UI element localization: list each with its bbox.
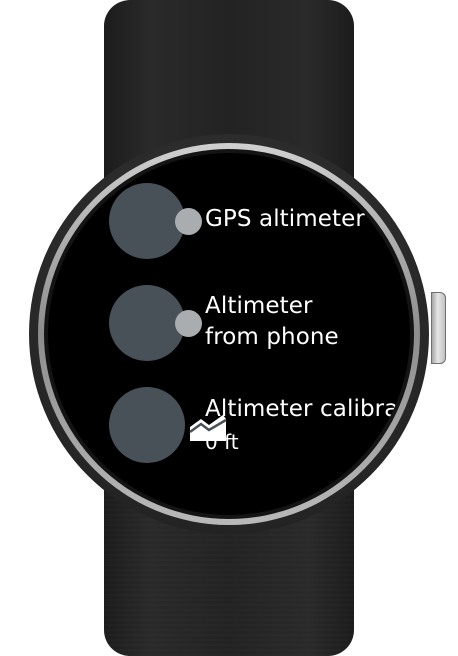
- gps-altimeter-toggle[interactable]: [109, 183, 202, 259]
- altimeter-calibration-value: 0 ft: [205, 430, 239, 454]
- watch-crown-button[interactable]: [431, 292, 446, 364]
- altimeter-from-phone-label-line2: from phone: [205, 324, 339, 350]
- altimeter-calibration-icon-circle: [109, 387, 227, 463]
- watch-screen: GPS altimeter Altimeter from phone Altim…: [48, 153, 410, 515]
- altimeter-from-phone-item[interactable]: Altimeter from phone: [48, 282, 410, 362]
- altimeter-from-phone-label-line1: Altimeter: [205, 293, 313, 319]
- gps-altimeter-item[interactable]: GPS altimeter: [48, 180, 410, 260]
- altimeter-from-phone-toggle[interactable]: [109, 285, 202, 361]
- toggle-off-icon: [175, 208, 202, 235]
- toggle-off-icon: [175, 310, 202, 337]
- altimeter-calibration-item[interactable]: Altimeter calibration 0 ft: [48, 384, 410, 464]
- altimeter-calibration-label: Altimeter calibration: [205, 396, 410, 422]
- watch-frame: GPS altimeter Altimeter from phone Altim…: [0, 0, 458, 656]
- gps-altimeter-label: GPS altimeter: [205, 206, 365, 232]
